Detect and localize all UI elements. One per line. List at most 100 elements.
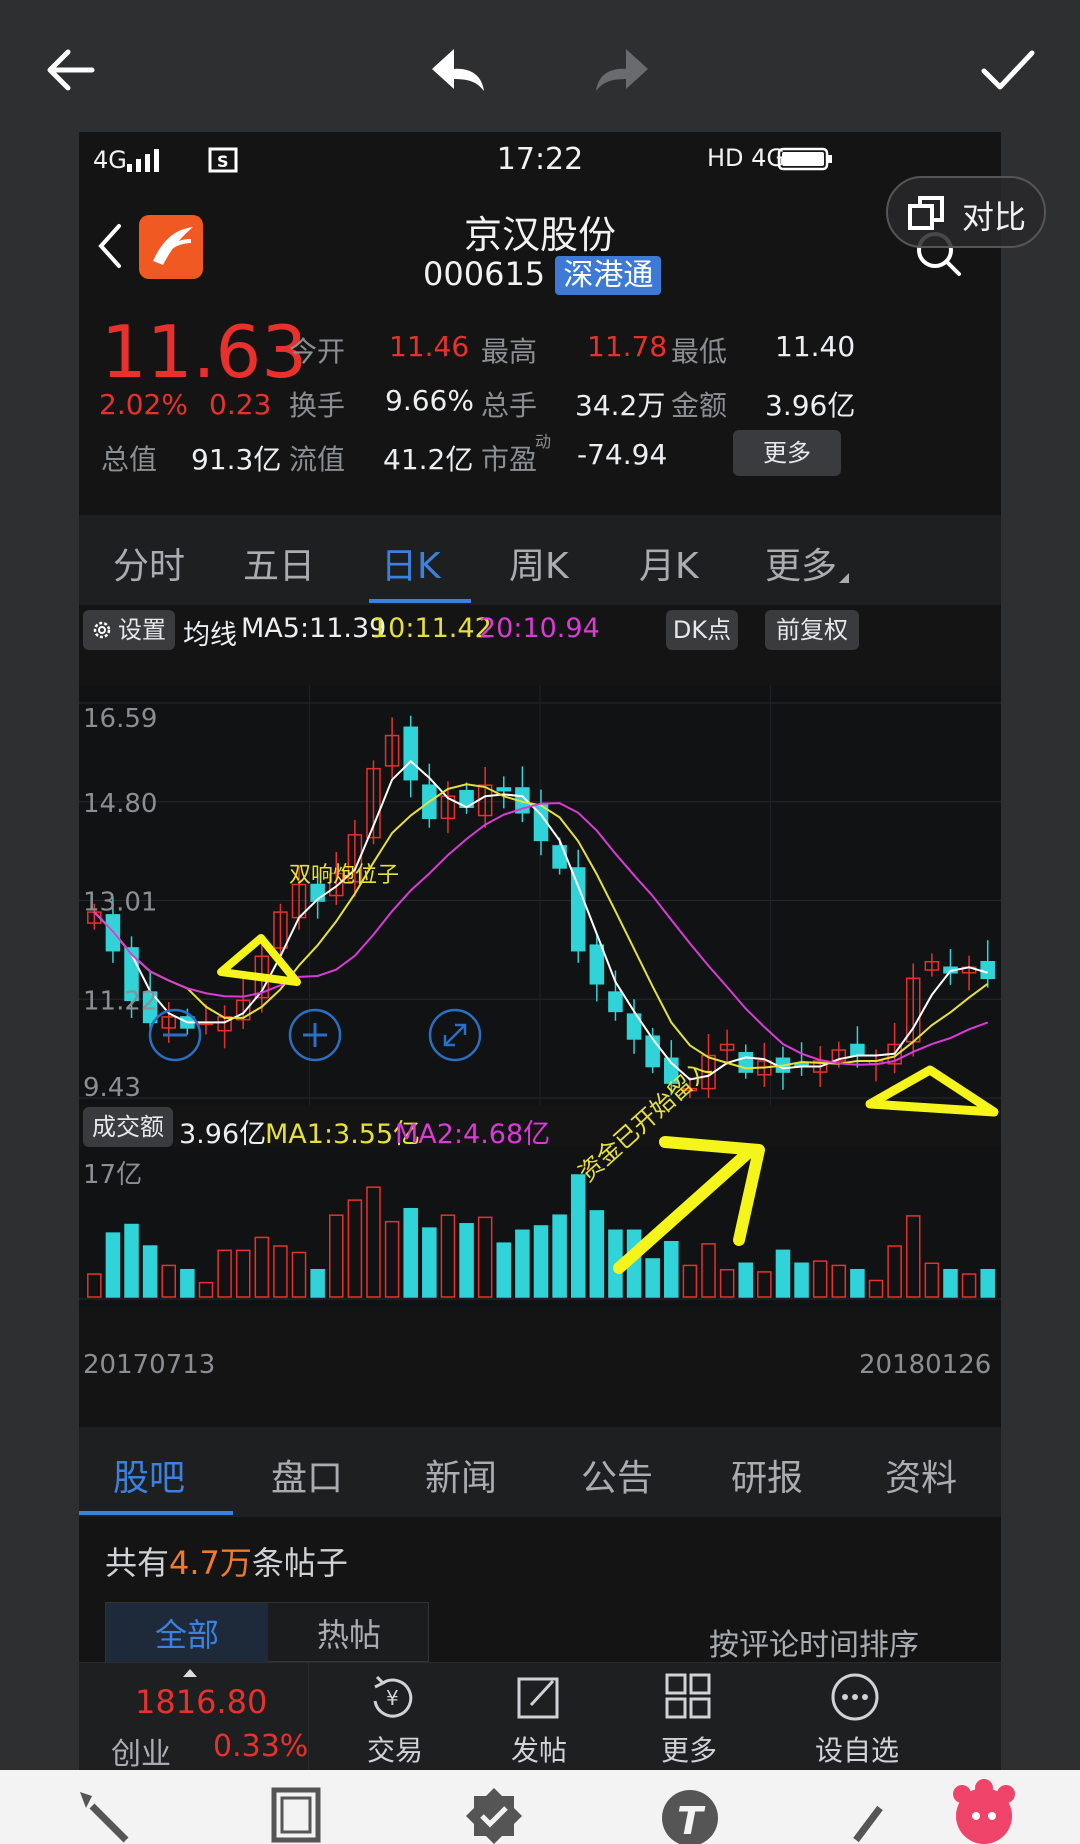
- nav-post-label: 发帖: [511, 1734, 568, 1767]
- dk-point-button[interactable]: DK点: [666, 610, 738, 650]
- price-tick-label: 9.43: [83, 1073, 141, 1103]
- index-change: 0.33%: [213, 1729, 309, 1764]
- zoom-out-icon[interactable]: [145, 1005, 205, 1065]
- price-tick-label: 14.80: [83, 789, 157, 819]
- compare-label: 对比: [962, 198, 1027, 236]
- arrow-left-icon[interactable]: [36, 35, 106, 105]
- yuan-cycle-icon: ¥: [373, 1675, 413, 1718]
- more-quote-button[interactable]: 更多: [733, 430, 841, 476]
- pe-label: 市盈: [481, 443, 538, 476]
- undo-icon[interactable]: [424, 35, 494, 105]
- candle-body: [496, 787, 512, 792]
- high-label: 最高: [481, 335, 538, 368]
- settings-button[interactable]: 设置: [83, 610, 175, 650]
- low-label: 最低: [671, 335, 728, 368]
- tab-daily-k[interactable]: 日K: [381, 537, 441, 589]
- tab-forum[interactable]: 股吧: [113, 1449, 185, 1501]
- volume-bar: [515, 1229, 530, 1298]
- total-value: 91.3亿: [191, 443, 282, 476]
- gear-icon: [93, 621, 111, 639]
- volume-bar: [310, 1268, 325, 1298]
- fullscreen-icon[interactable]: [425, 1005, 485, 1065]
- redo-icon[interactable]: [586, 35, 656, 105]
- change-abs: 0.23: [209, 388, 272, 421]
- tab-research[interactable]: 研报: [731, 1449, 803, 1501]
- index-value: 1816.80: [135, 1683, 268, 1721]
- candle-body: [570, 867, 586, 952]
- filter-hot[interactable]: 热帖: [268, 1603, 430, 1663]
- amount-label: 金额: [671, 389, 728, 422]
- volume-bar: [850, 1268, 865, 1298]
- sticker-icon[interactable]: [946, 1776, 1022, 1844]
- sort-option[interactable]: 按评论时间排序: [709, 1620, 919, 1664]
- candle-body: [645, 1035, 660, 1068]
- magic-wand-icon[interactable]: [72, 1786, 132, 1844]
- start-date: 20170713: [83, 1350, 216, 1380]
- zoom-in-icon[interactable]: [285, 1005, 345, 1065]
- turnover-label: 换手: [289, 389, 346, 422]
- info-tabs: 股吧 盘口 新闻 公告 研报 资料: [79, 1427, 1001, 1517]
- forum-underline: [79, 1511, 233, 1515]
- adjust-button[interactable]: 前复权: [765, 610, 859, 650]
- low-value: 11.40: [775, 330, 856, 363]
- volume-bar: [142, 1245, 158, 1298]
- clock: 17:22: [496, 142, 584, 177]
- ma-label: 均线: [183, 620, 237, 651]
- kline-chart[interactable]: 16.5914.8013.0111.229.43: [79, 655, 1001, 1395]
- triangle-marker-left: [217, 934, 301, 986]
- turnover-value: 9.66%: [385, 384, 474, 417]
- tab-orderbook[interactable]: 盘口: [271, 1449, 343, 1501]
- end-date: 20180126: [859, 1350, 992, 1380]
- tab-monthly-k[interactable]: 月K: [639, 537, 699, 589]
- frame-icon[interactable]: [268, 1784, 324, 1844]
- volume-axis-max: 17亿: [83, 1160, 143, 1190]
- ma-indicator-bar: 设置 均线 MA5:11.39 10:11.42 20:10.94 DK点 前复…: [79, 605, 1001, 655]
- post-count: 共有4.7万条帖子: [105, 1538, 348, 1584]
- nav-post[interactable]: 发帖: [467, 1663, 617, 1770]
- amount-value: 3.96亿: [765, 389, 856, 422]
- volume-bar: [180, 1268, 195, 1298]
- volume-bar: [422, 1227, 437, 1298]
- tab-underline: [369, 599, 471, 603]
- volume-header: 成交额 3.96亿 MA1:3.55亿 MA2:4.68亿: [79, 1104, 1001, 1150]
- quote-panel: 11.63 2.02% 0.23 总值 91.3亿 今开 11.46 最高 11…: [79, 310, 1001, 504]
- volume-bar: [980, 1268, 995, 1298]
- text-tool-icon[interactable]: T: [658, 1784, 722, 1844]
- nav-watchlist[interactable]: 设自选: [767, 1663, 927, 1770]
- brush-icon[interactable]: [848, 1800, 888, 1844]
- pe-value: -74.94: [577, 438, 668, 471]
- tab-more[interactable]: 更多: [765, 537, 837, 589]
- high-value: 11.78: [587, 330, 668, 363]
- candle-body: [608, 991, 623, 1013]
- filter-all[interactable]: 全部: [106, 1603, 268, 1663]
- price-tick-label: 16.59: [83, 704, 157, 734]
- tab-announcements[interactable]: 公告: [581, 1449, 653, 1501]
- post-count-number: 4.7万: [169, 1544, 252, 1582]
- tab-weekly-k[interactable]: 周K: [509, 537, 569, 589]
- tab-profile[interactable]: 资料: [885, 1449, 957, 1501]
- price-tick-label: 13.01: [83, 888, 157, 918]
- settings-label: 设置: [118, 616, 166, 644]
- volume-bar: [533, 1225, 549, 1298]
- compare-button[interactable]: 对比: [886, 176, 1046, 248]
- nav-more[interactable]: 更多: [617, 1663, 767, 1770]
- volume-bar: [459, 1223, 474, 1298]
- caret-up-icon: [183, 1669, 197, 1677]
- tab-news[interactable]: 新闻: [425, 1449, 497, 1501]
- stock-code: 000615: [423, 255, 546, 293]
- nav-watchlist-label: 设自选: [815, 1734, 900, 1767]
- status-right: HD 4G: [707, 144, 786, 172]
- tab-timeshare[interactable]: 分时: [113, 537, 185, 589]
- index-ticker[interactable]: 1816.80 创业 0.33%: [79, 1663, 309, 1770]
- tab-five-day[interactable]: 五日: [243, 537, 315, 589]
- status-bar: 4G S 17:22 HD 4G: [79, 132, 1001, 190]
- volume-value: 3.96亿: [179, 1119, 267, 1150]
- more-dots-icon: [831, 1673, 879, 1721]
- nav-trade[interactable]: ¥ 交易: [317, 1663, 467, 1770]
- sgt-badge: 深港通: [555, 256, 662, 295]
- post-filter: 全部 热帖: [105, 1602, 430, 1663]
- volume-bar: [943, 1268, 958, 1298]
- volume-indicator-button[interactable]: 成交额: [83, 1107, 173, 1147]
- badge-check-icon[interactable]: [462, 1784, 526, 1844]
- check-icon[interactable]: [972, 35, 1042, 105]
